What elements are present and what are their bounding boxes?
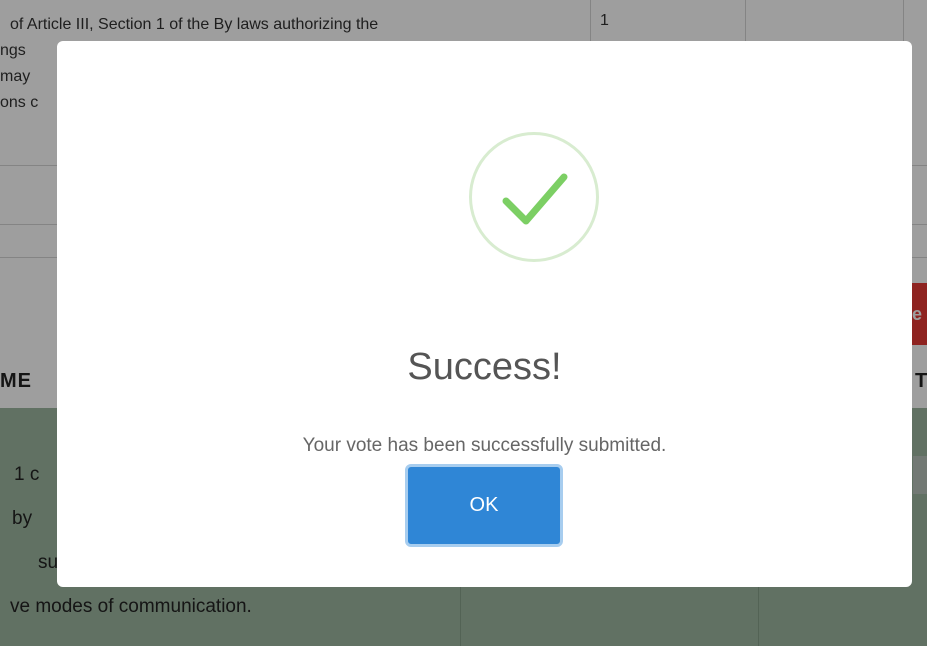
success-dialog: Success! Your vote has been successfully… — [57, 41, 912, 587]
dialog-title: Success! — [407, 346, 562, 388]
checkmark-icon — [502, 173, 568, 225]
dialog-message: Your vote has been successfully submitte… — [302, 435, 667, 456]
checkmark-circle-icon — [469, 132, 599, 262]
ok-button[interactable]: OK — [405, 464, 563, 547]
